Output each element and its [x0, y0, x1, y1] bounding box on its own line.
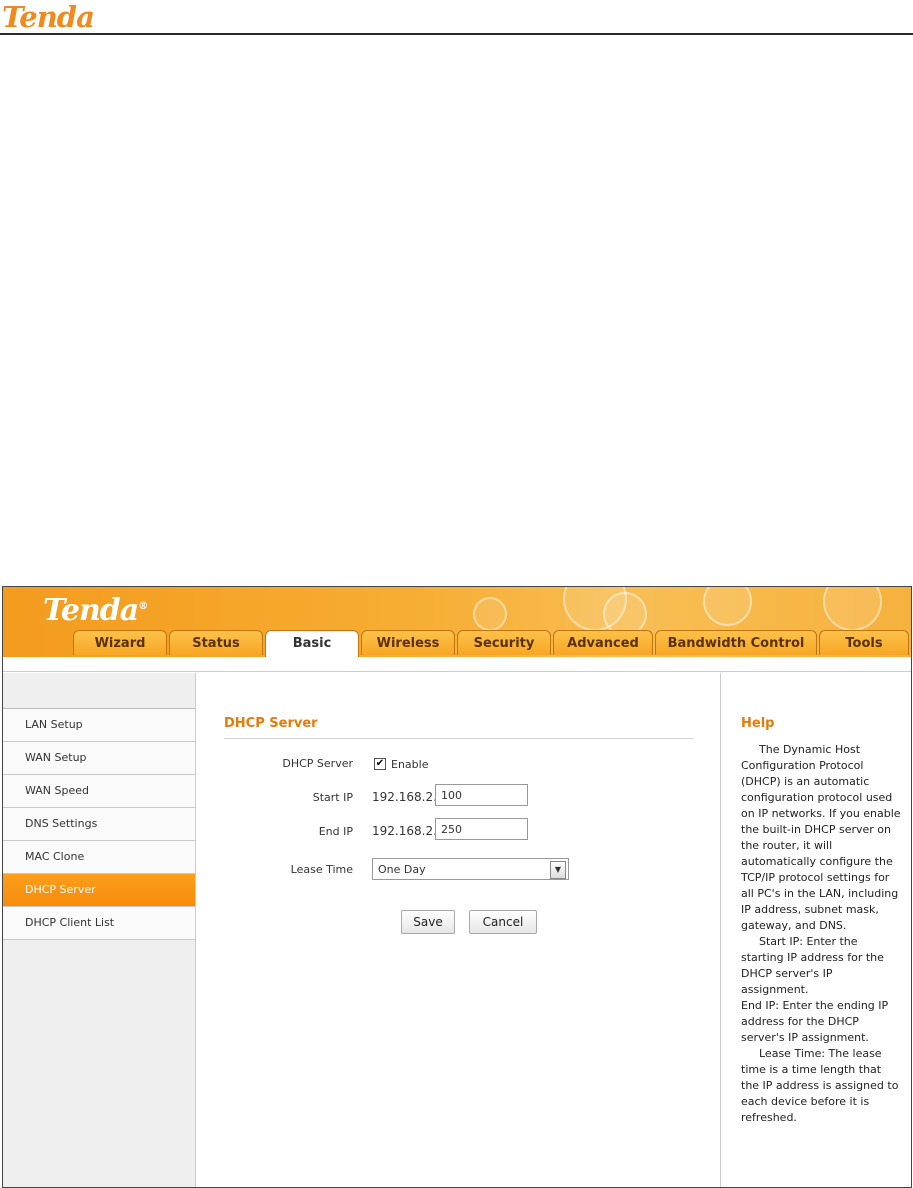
- lease-time-label: Lease Time: [290, 863, 353, 876]
- main-panel: DHCP Server DHCP Server ✔ Enable Start I…: [198, 673, 720, 1187]
- page-title: DHCP Server: [224, 716, 318, 731]
- tab-basic[interactable]: Basic: [265, 630, 359, 657]
- dropdown-arrow-icon[interactable]: ▼: [550, 861, 566, 879]
- dhcp-server-label: DHCP Server: [282, 757, 353, 770]
- sidebar-item-mac-clone[interactable]: MAC Clone: [3, 841, 195, 874]
- lease-time-select[interactable]: One Day ▼: [372, 858, 569, 880]
- help-paragraph-start-ip: Start IP: Enter the starting IP address …: [741, 935, 884, 996]
- document-header-rule: [0, 33, 913, 35]
- main-nav-tabs: Wizard Status Basic Wireless Security Ad…: [3, 630, 911, 657]
- tab-security[interactable]: Security: [457, 630, 551, 655]
- help-title: Help: [741, 716, 775, 731]
- tab-bandwidth-control[interactable]: Bandwidth Control: [655, 630, 817, 655]
- sidebar-item-lan-setup[interactable]: LAN Setup: [3, 709, 195, 742]
- end-ip-prefix: 192.168.2.: [372, 824, 437, 838]
- sidebar-top-spacer: [3, 673, 195, 709]
- help-paragraph-end-ip: End IP: Enter the ending IP address for …: [741, 999, 889, 1044]
- sidebar-item-wan-speed[interactable]: WAN Speed: [3, 775, 195, 808]
- tab-tools[interactable]: Tools: [819, 630, 909, 655]
- start-ip-prefix: 192.168.2.: [372, 790, 437, 804]
- start-ip-input[interactable]: 100: [435, 784, 528, 806]
- document-logo: Tenda: [2, 0, 95, 34]
- header-banner: Tenda® Wizard Status Basic Wireless Secu…: [3, 587, 911, 657]
- checkmark-icon: ✔: [375, 758, 385, 769]
- help-panel: Help The Dynamic Host Configuration Prot…: [720, 673, 911, 1187]
- enable-checkbox[interactable]: ✔: [374, 758, 386, 770]
- help-paragraph-dhcp: The Dynamic Host Configuration Protocol …: [741, 743, 901, 932]
- sidebar-item-dhcp-client-list[interactable]: DHCP Client List: [3, 907, 195, 940]
- decorative-bubble: [703, 587, 752, 626]
- sidebar: LAN Setup WAN Setup WAN Speed DNS Settin…: [3, 673, 196, 1187]
- sidebar-item-dns-settings[interactable]: DNS Settings: [3, 808, 195, 841]
- end-ip-input[interactable]: 250: [435, 818, 528, 840]
- tab-underline-strip: [3, 657, 911, 672]
- enable-label: Enable: [391, 758, 429, 771]
- tab-wizard[interactable]: Wizard: [73, 630, 167, 655]
- decorative-bubble: [473, 597, 507, 631]
- title-divider: [224, 738, 694, 739]
- tab-status[interactable]: Status: [169, 630, 263, 655]
- decorative-bubble: [823, 587, 882, 631]
- tab-advanced[interactable]: Advanced: [553, 630, 653, 655]
- tenda-logo: Tenda®: [43, 593, 148, 628]
- tenda-logo-text: Tenda: [43, 593, 139, 628]
- sidebar-item-dhcp-server[interactable]: DHCP Server: [3, 874, 195, 907]
- save-button[interactable]: Save: [401, 910, 455, 934]
- start-ip-label: Start IP: [312, 791, 353, 804]
- end-ip-label: End IP: [318, 825, 353, 838]
- help-paragraph-lease-time: Lease Time: The lease time is a time len…: [741, 1047, 899, 1124]
- registered-mark-icon: ®: [138, 601, 148, 612]
- tab-wireless[interactable]: Wireless: [361, 630, 455, 655]
- router-admin-screenshot: Tenda® Wizard Status Basic Wireless Secu…: [2, 586, 912, 1188]
- cancel-button[interactable]: Cancel: [469, 910, 537, 934]
- help-body: The Dynamic Host Configuration Protocol …: [741, 742, 901, 1126]
- lease-time-value: One Day: [378, 863, 426, 876]
- sidebar-item-wan-setup[interactable]: WAN Setup: [3, 742, 195, 775]
